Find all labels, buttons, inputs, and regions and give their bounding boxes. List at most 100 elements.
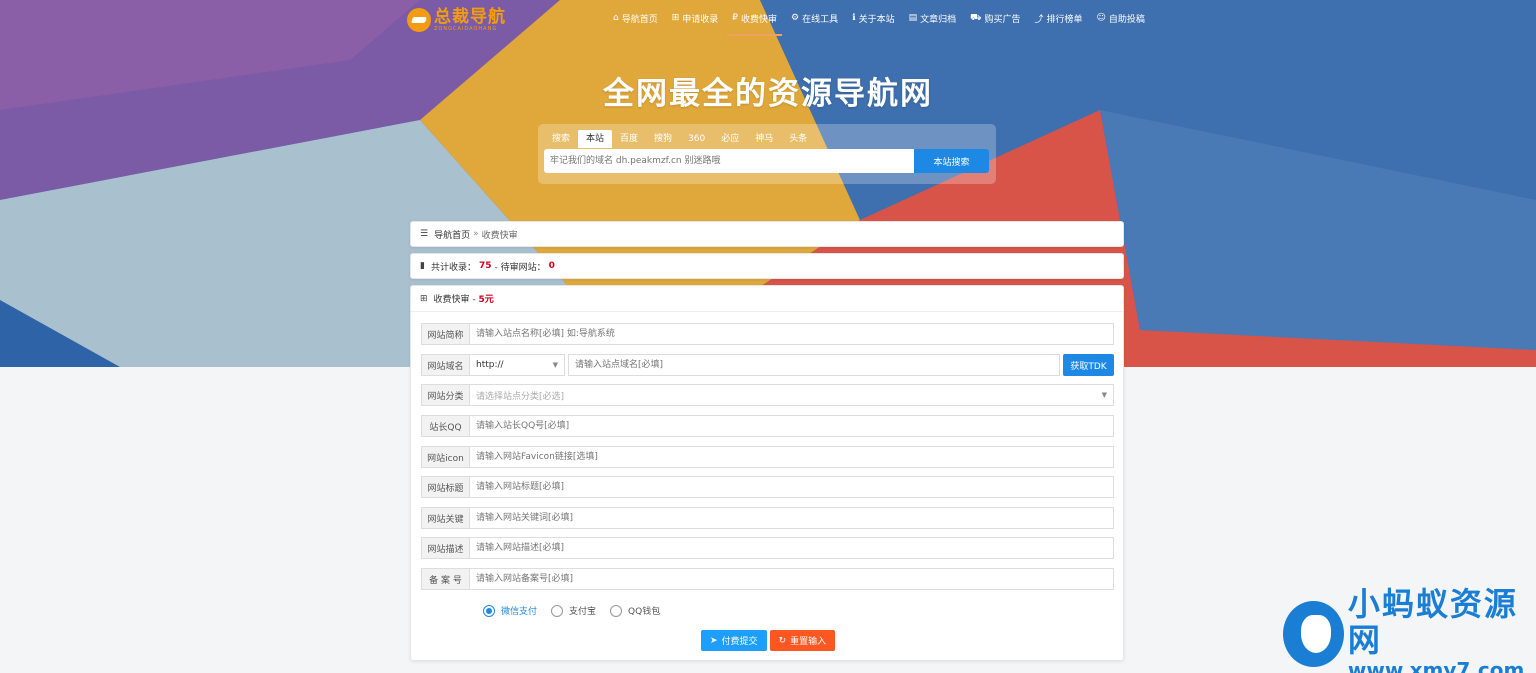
field-label: 网站描述 xyxy=(421,537,469,559)
send-icon: ➤ xyxy=(710,635,718,646)
hero-title: 全网最全的资源导航网 xyxy=(603,76,933,112)
form-title: 收费快审 - xyxy=(433,295,479,305)
site-name-input[interactable] xyxy=(469,323,1114,345)
nav-apply[interactable]: ⊞ 申请收录 xyxy=(665,0,726,36)
field-label: 网站分类 xyxy=(421,384,469,406)
breadcrumb: ☰ 导航首页 » 收费快审 xyxy=(410,221,1124,247)
smile-icon: ☺ xyxy=(1096,13,1106,23)
logo-subtitle: ZONGCAIDAOHANG xyxy=(434,25,498,32)
nav-label: 导航首页 xyxy=(621,14,658,25)
icp-number-input[interactable] xyxy=(469,568,1114,590)
pay-wechat[interactable]: 微信支付 xyxy=(483,604,537,617)
search-tab-shenma[interactable]: 神马 xyxy=(747,130,781,148)
site-description-input[interactable] xyxy=(469,537,1114,559)
plus-square-icon: ⊞ xyxy=(671,13,680,23)
nav-ranking[interactable]: ⤴ 排行榜单 xyxy=(1027,0,1089,36)
site-icon-input[interactable] xyxy=(469,446,1114,468)
field-label: 网站icon xyxy=(421,446,469,468)
site-logo[interactable]: 总裁导航 ZONGCAIDAOHANG xyxy=(407,7,506,33)
search-tab-baidu[interactable]: 百度 xyxy=(612,130,646,148)
reset-button[interactable]: ↻ 重置输入 xyxy=(769,630,836,651)
submit-label: 付费提交 xyxy=(721,637,758,647)
chevron-down-icon: ▼ xyxy=(1101,391,1107,399)
chevron-down-icon: ▼ xyxy=(552,361,558,369)
field-owner-qq: 站长QQ xyxy=(421,415,1114,437)
payment-label: QQ钱包 xyxy=(628,607,661,617)
nav-archive[interactable]: ▤ 文章归档 xyxy=(902,0,964,36)
search-tab-sogou[interactable]: 搜狗 xyxy=(646,130,680,148)
field-site-domain: 网站域名 http:// ▼ 获取TDK xyxy=(421,354,1114,376)
watermark: 小蚂蚁资源网 www.xmy7.com xyxy=(1283,586,1536,673)
field-site-name: 网站简称 xyxy=(421,323,1114,345)
nav-label: 购买广告 xyxy=(984,14,1021,25)
nav-label: 收费快审 xyxy=(741,14,778,25)
pay-qq-wallet[interactable]: QQ钱包 xyxy=(610,604,660,617)
stats-card: ▮ 共计收录： 75 - 待审网站： 0 xyxy=(410,253,1124,279)
home-icon: ⌂ xyxy=(613,13,619,23)
ruble-icon: ₽ xyxy=(732,13,739,23)
nav-label: 申请收录 xyxy=(682,14,719,25)
radio-unchecked-icon xyxy=(610,604,623,617)
reset-label: 重置输入 xyxy=(790,637,827,647)
radio-checked-icon xyxy=(483,604,495,617)
owner-qq-input[interactable] xyxy=(469,415,1114,437)
logo-icon xyxy=(407,8,431,32)
field-site-description: 网站描述 xyxy=(421,537,1114,559)
search-tabs: 搜索 本站 百度 搜狗 360 必应 神马 头条 xyxy=(544,130,815,148)
nav-label: 文章归档 xyxy=(920,14,957,25)
top-navbar: 总裁导航 ZONGCAIDAOHANG ⌂ 导航首页 ⊞ 申请收录 ₽ 收费快审 ⚙ 在… xyxy=(0,0,1536,38)
form-price: 5元 xyxy=(478,295,494,305)
nav-paid-review[interactable]: ₽ 收费快审 xyxy=(725,0,784,36)
plus-square-icon: ⊞ xyxy=(420,293,428,304)
pay-alipay[interactable]: 支付宝 xyxy=(551,604,596,617)
nav-tools[interactable]: ⚙ 在线工具 xyxy=(784,0,845,36)
search-input[interactable] xyxy=(544,149,914,173)
nav-label: 排行榜单 xyxy=(1046,14,1083,25)
paid-review-form: ⊞ 收费快审 - 5元 网站简称 网站域名 http:// ▼ 获取TDK 网站… xyxy=(410,285,1124,661)
search-row: 本站搜索 xyxy=(544,149,989,173)
site-title-input[interactable] xyxy=(469,476,1114,498)
search-tab-site[interactable]: 本站 xyxy=(578,130,613,148)
payment-label: 支付宝 xyxy=(569,607,597,617)
field-site-icon: 网站icon xyxy=(421,446,1114,468)
site-keywords-input[interactable] xyxy=(469,507,1114,529)
field-site-title: 网站标题 xyxy=(421,476,1114,498)
field-label: 网站标题 xyxy=(421,476,469,498)
breadcrumb-home[interactable]: 导航首页 xyxy=(434,228,470,241)
bookmark-icon: ▮ xyxy=(420,261,425,271)
payment-label: 微信支付 xyxy=(501,607,538,617)
search-tab-search[interactable]: 搜索 xyxy=(544,130,578,148)
get-tdk-button[interactable]: 获取TDK xyxy=(1063,354,1114,376)
submit-button[interactable]: ➤ 付费提交 xyxy=(701,630,767,651)
category-placeholder: 请选择站点分类[必选] xyxy=(476,391,565,402)
form-actions: ➤ 付费提交 ↻ 重置输入 xyxy=(701,630,836,651)
site-category-select[interactable]: 请选择站点分类[必选] ▼ xyxy=(469,384,1114,406)
nav-home[interactable]: ⌂ 导航首页 xyxy=(606,0,665,36)
protocol-value: http:// xyxy=(476,360,504,370)
nav-buy-ads[interactable]: ⛟ 购买广告 xyxy=(963,0,1027,36)
search-tab-toutiao[interactable]: 头条 xyxy=(781,130,815,148)
radio-unchecked-icon xyxy=(551,604,564,617)
field-label: 备 案 号 xyxy=(421,568,469,590)
nav-label: 关于本站 xyxy=(858,14,895,25)
search-tab-360[interactable]: 360 xyxy=(680,130,713,148)
site-domain-input[interactable] xyxy=(568,354,1060,376)
search-button[interactable]: 本站搜索 xyxy=(914,149,989,173)
field-label: 网站简称 xyxy=(421,323,469,345)
search-tab-bing[interactable]: 必应 xyxy=(713,130,747,148)
field-site-category: 网站分类 请选择站点分类[必选] ▼ xyxy=(421,384,1114,406)
cart-icon: ⛟ xyxy=(970,12,982,23)
nav-submit[interactable]: ☺ 自助投稿 xyxy=(1089,0,1151,36)
stats-pending: 0 xyxy=(548,261,555,271)
watermark-cn: 小蚂蚁资源网 xyxy=(1347,585,1518,659)
search-panel: 搜索 本站 百度 搜狗 360 必应 神马 头条 本站搜索 xyxy=(538,124,996,184)
main-nav: ⌂ 导航首页 ⊞ 申请收录 ₽ 收费快审 ⚙ 在线工具 ℹ 关于本站 ▤ 文章归档 ⛟ 购买广… xyxy=(606,0,1152,36)
protocol-select[interactable]: http:// ▼ xyxy=(469,354,565,376)
gears-icon: ⚙ xyxy=(791,13,800,23)
field-icp-number: 备 案 号 xyxy=(421,568,1114,590)
breadcrumb-current: 收费快审 xyxy=(481,230,518,241)
stats-pending-label: - 待审网站： xyxy=(494,262,546,273)
nav-about[interactable]: ℹ 关于本站 xyxy=(845,0,901,36)
field-label: 网站域名 xyxy=(421,354,469,376)
refresh-icon: ↻ xyxy=(778,635,787,646)
